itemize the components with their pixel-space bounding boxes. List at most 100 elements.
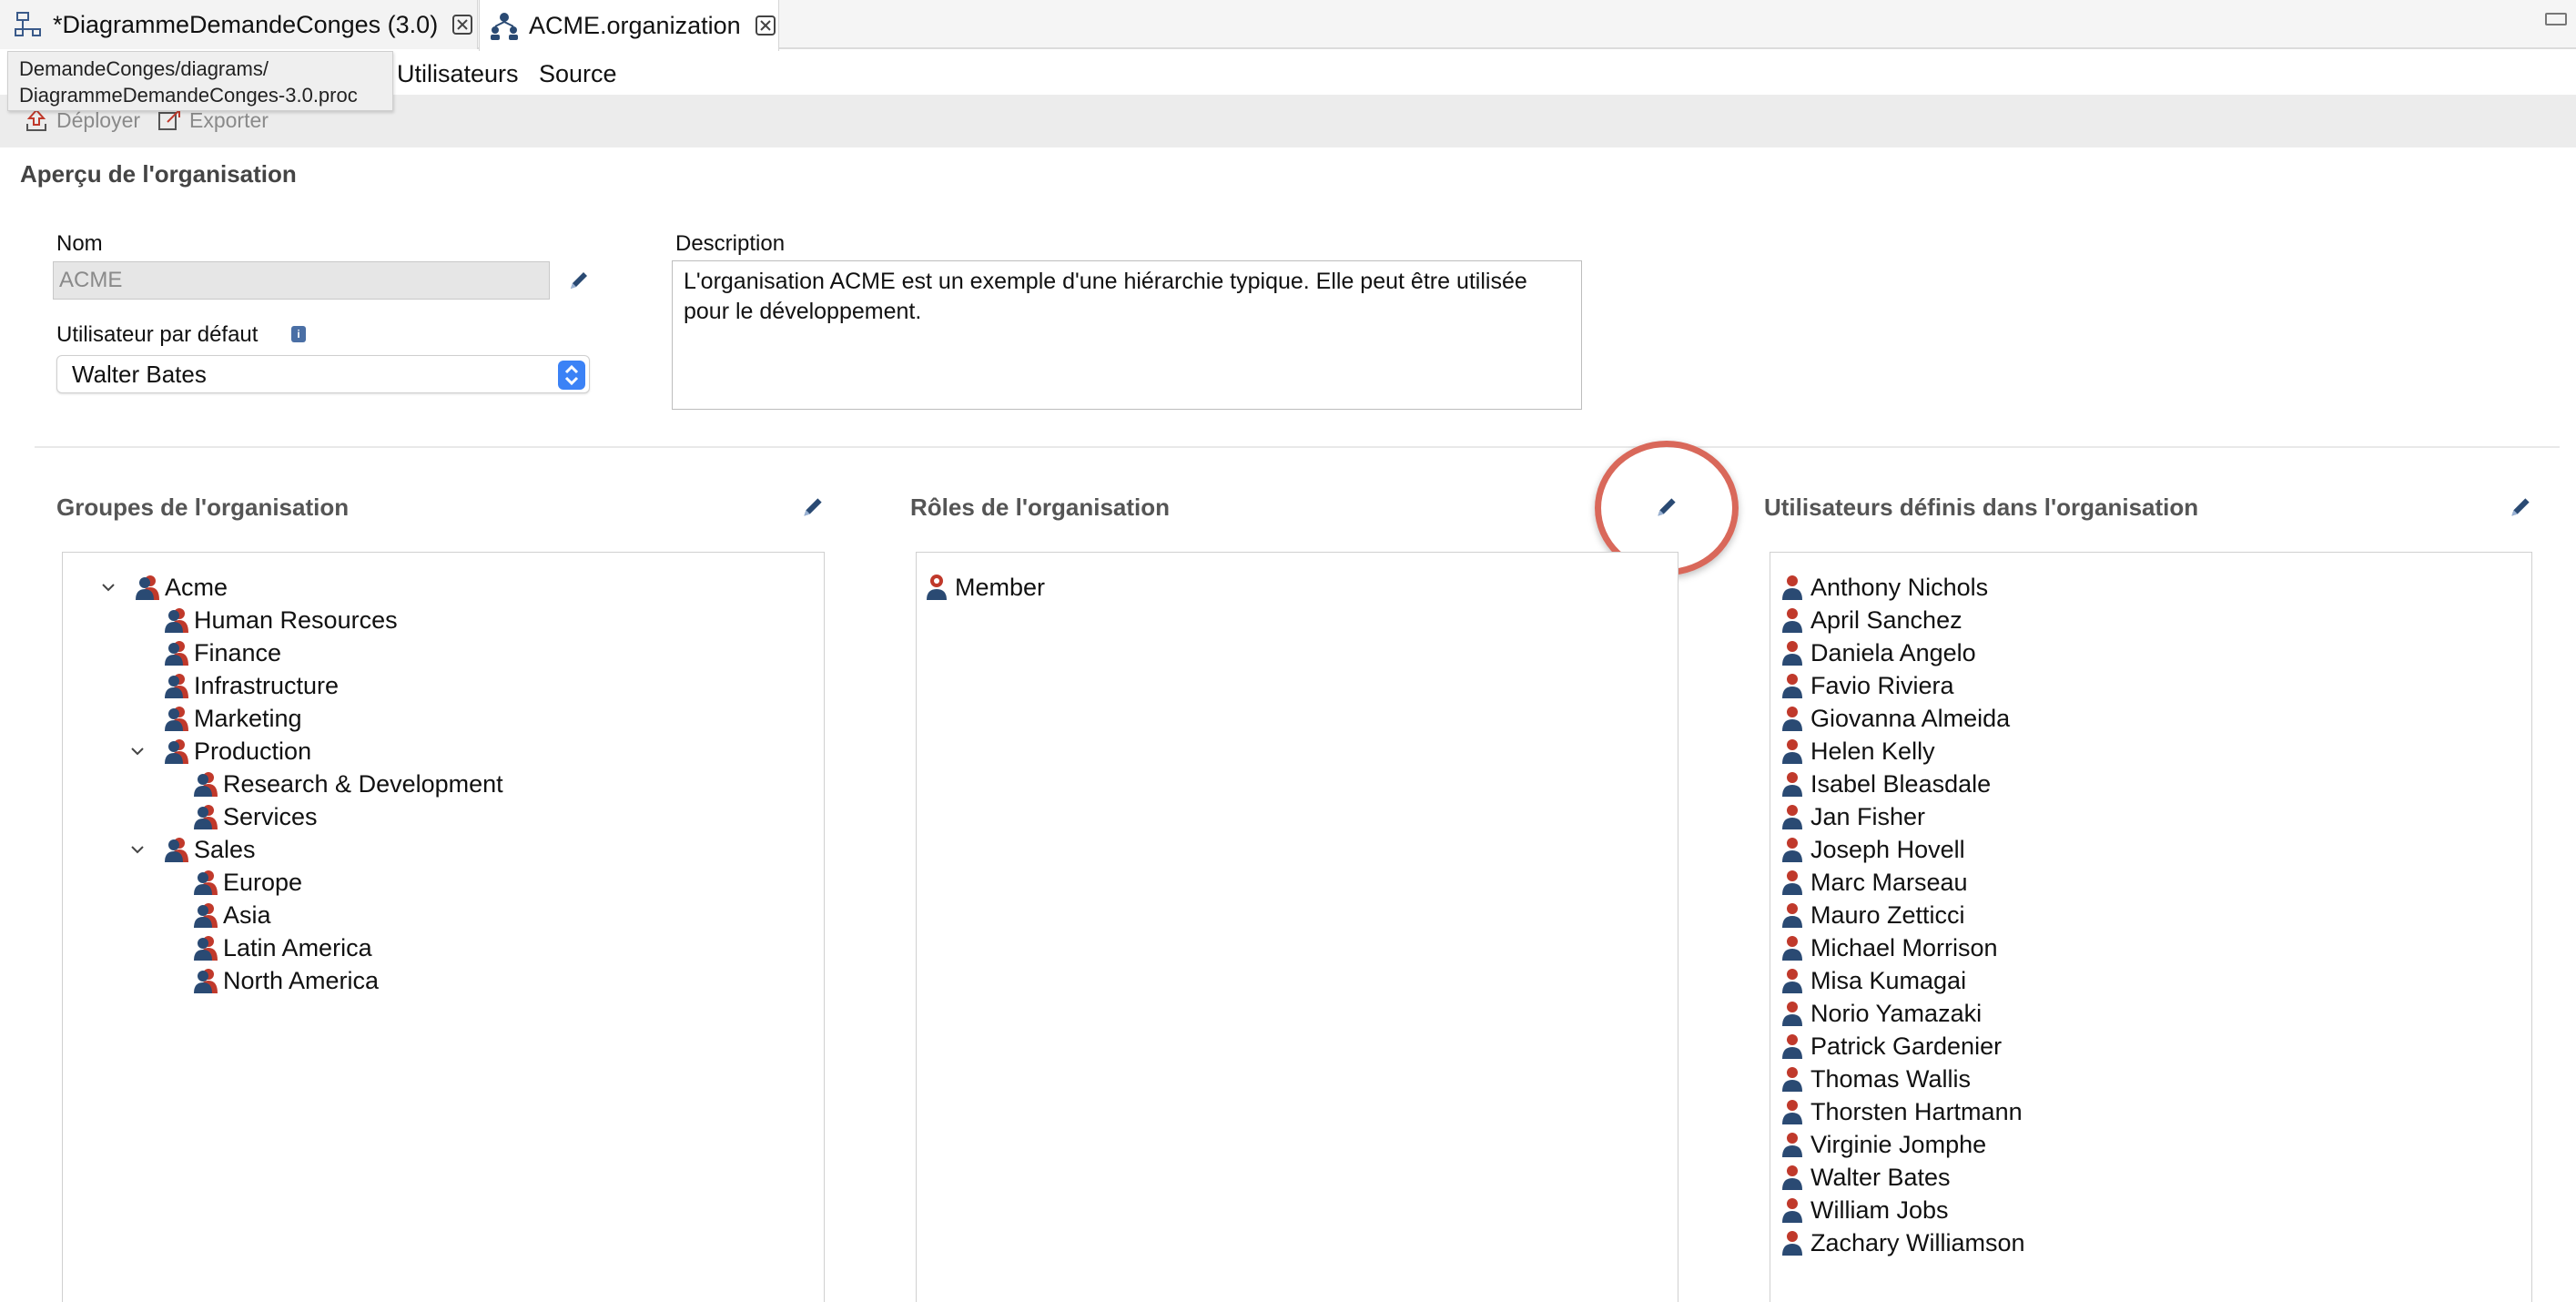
pencil-icon[interactable]	[566, 268, 592, 293]
group-tree-item[interactable]: Sales	[163, 833, 256, 866]
user-list-item[interactable]: Marc Marseau	[1780, 866, 1968, 899]
user-list-item[interactable]: Favio Riviera	[1780, 669, 1954, 702]
tooltip-line-2: DiagrammeDemandeConges-3.0.proc	[19, 84, 358, 107]
tab-organization[interactable]: ACME.organization	[479, 0, 779, 51]
group-tree-item[interactable]: Asia	[192, 899, 271, 931]
user-label: Daniela Angelo	[1810, 638, 1976, 666]
group-tree-item[interactable]: Services	[192, 800, 318, 833]
deploy-button[interactable]: Déployer	[24, 107, 140, 133]
group-label: Services	[223, 802, 318, 830]
user-label: Marc Marseau	[1810, 868, 1968, 896]
group-tree-item[interactable]: Research & Development	[192, 768, 503, 800]
minimize-icon[interactable]	[2545, 13, 2567, 25]
users-title: Utilisateurs définis dans l'organisation	[1764, 493, 2199, 521]
user-list-item[interactable]: April Sanchez	[1780, 604, 1962, 636]
name-input[interactable]	[53, 261, 550, 300]
description-textarea[interactable]: L'organisation ACME est un exemple d'une…	[672, 260, 1582, 410]
close-icon[interactable]	[754, 14, 777, 37]
user-list-item[interactable]: Helen Kelly	[1780, 735, 1935, 768]
user-list-item[interactable]: Patrick Gardenier	[1780, 1030, 2002, 1063]
groups-tree[interactable]: Acme Human Resources Finance Infrastructure…	[62, 552, 825, 1302]
user-list-item[interactable]: Thomas Wallis	[1780, 1063, 1971, 1095]
pencil-icon[interactable]	[799, 493, 827, 521]
user-label: Joseph Hovell	[1810, 835, 1965, 863]
group-icon	[165, 739, 188, 764]
diagram-icon	[15, 12, 41, 36]
user-icon	[1782, 805, 1802, 829]
user-icon	[1782, 674, 1802, 698]
users-list[interactable]: Anthony Nichols April Sanchez Daniela Ange…	[1770, 552, 2532, 1302]
user-list-item[interactable]: Michael Morrison	[1780, 931, 1998, 964]
export-button[interactable]: Exporter	[157, 107, 269, 133]
user-list-item[interactable]: Mauro Zetticci	[1780, 899, 1965, 931]
subtab-source[interactable]: Source	[539, 60, 617, 88]
divider	[35, 446, 2560, 448]
user-label: Jan Fisher	[1810, 802, 1926, 830]
group-icon	[165, 838, 188, 862]
info-icon[interactable]: i	[291, 326, 306, 342]
tooltip-line-1: DemandeConges/diagrams/	[19, 57, 269, 80]
user-label: Isabel Bleasdale	[1810, 769, 1992, 798]
user-label: April Sanchez	[1810, 605, 1962, 634]
roles-list[interactable]: Member	[916, 552, 1678, 1302]
user-label: Giovanna Almeida	[1810, 704, 2011, 732]
user-list-item[interactable]: Jan Fisher	[1780, 800, 1925, 833]
group-tree-item[interactable]: Human Resources	[163, 604, 398, 636]
user-label: Anthony Nichols	[1810, 573, 1989, 601]
group-tree-item[interactable]: Europe	[192, 866, 302, 899]
group-tree-item[interactable]: Acme	[134, 571, 228, 604]
group-icon	[165, 608, 188, 633]
subtab-users[interactable]: Utilisateurs	[397, 60, 519, 88]
group-tree-item[interactable]: Finance	[163, 636, 281, 669]
editor-tab-bar: *DiagrammeDemandeConges (3.0) ACME.organ…	[0, 0, 2576, 51]
group-tree-item[interactable]: Production	[163, 735, 311, 768]
user-list-item[interactable]: Misa Kumagai	[1780, 964, 1966, 997]
group-label: Latin America	[223, 933, 372, 961]
group-icon	[194, 969, 218, 993]
user-icon	[1782, 1165, 1802, 1190]
user-icon	[1782, 1198, 1802, 1223]
user-list-item[interactable]: Isabel Bleasdale	[1780, 768, 1991, 800]
groups-title: Groupes de l'organisation	[56, 493, 350, 521]
user-icon	[1782, 1231, 1802, 1256]
user-label: Thorsten Hartmann	[1810, 1097, 2023, 1125]
close-icon[interactable]	[451, 13, 474, 36]
export-icon	[158, 109, 180, 130]
group-tree-item[interactable]: North America	[192, 964, 379, 997]
user-icon	[1782, 969, 1802, 993]
user-label: Misa Kumagai	[1810, 966, 1967, 994]
user-icon	[1782, 1002, 1802, 1026]
user-list-item[interactable]: Daniela Angelo	[1780, 636, 1976, 669]
user-icon	[1782, 1100, 1802, 1124]
user-list-item[interactable]: Virginie Jomphe	[1780, 1128, 1986, 1161]
user-icon	[1782, 641, 1802, 666]
user-label: Favio Riviera	[1810, 671, 1954, 699]
group-tree-item[interactable]: Marketing	[163, 702, 302, 735]
user-label: Virginie Jomphe	[1810, 1130, 1987, 1158]
group-tree-item[interactable]: Latin America	[192, 931, 372, 964]
pencil-icon[interactable]	[2507, 493, 2534, 521]
user-label: Zachary Williamson	[1810, 1228, 2025, 1256]
user-list-item[interactable]: Anthony Nichols	[1780, 571, 1988, 604]
chevron-down-icon[interactable]	[128, 742, 147, 760]
user-list-item[interactable]: Zachary Williamson	[1780, 1226, 2025, 1259]
user-list-item[interactable]: Thorsten Hartmann	[1780, 1095, 2023, 1128]
group-icon	[194, 772, 218, 797]
tab-diagram[interactable]: *DiagrammeDemandeConges (3.0)	[0, 0, 478, 49]
user-label: Helen Kelly	[1810, 737, 1935, 765]
user-list-item[interactable]: Joseph Hovell	[1780, 833, 1965, 866]
group-tree-item[interactable]: Infrastructure	[163, 669, 339, 702]
user-list-item[interactable]: William Jobs	[1780, 1194, 1949, 1226]
default-user-select[interactable]: Walter Bates	[56, 355, 590, 393]
group-icon	[165, 707, 188, 731]
role-list-item[interactable]: Member	[924, 571, 1045, 604]
group-icon	[165, 641, 188, 666]
user-list-item[interactable]: Giovanna Almeida	[1780, 702, 2010, 735]
chevron-down-icon[interactable]	[128, 840, 147, 859]
user-label: Walter Bates	[1810, 1163, 1951, 1191]
user-icon	[1782, 739, 1802, 764]
user-list-item[interactable]: Norio Yamazaki	[1780, 997, 1982, 1030]
user-list-item[interactable]: Walter Bates	[1780, 1161, 1951, 1194]
user-icon	[1782, 1067, 1802, 1092]
chevron-down-icon[interactable]	[99, 578, 117, 596]
